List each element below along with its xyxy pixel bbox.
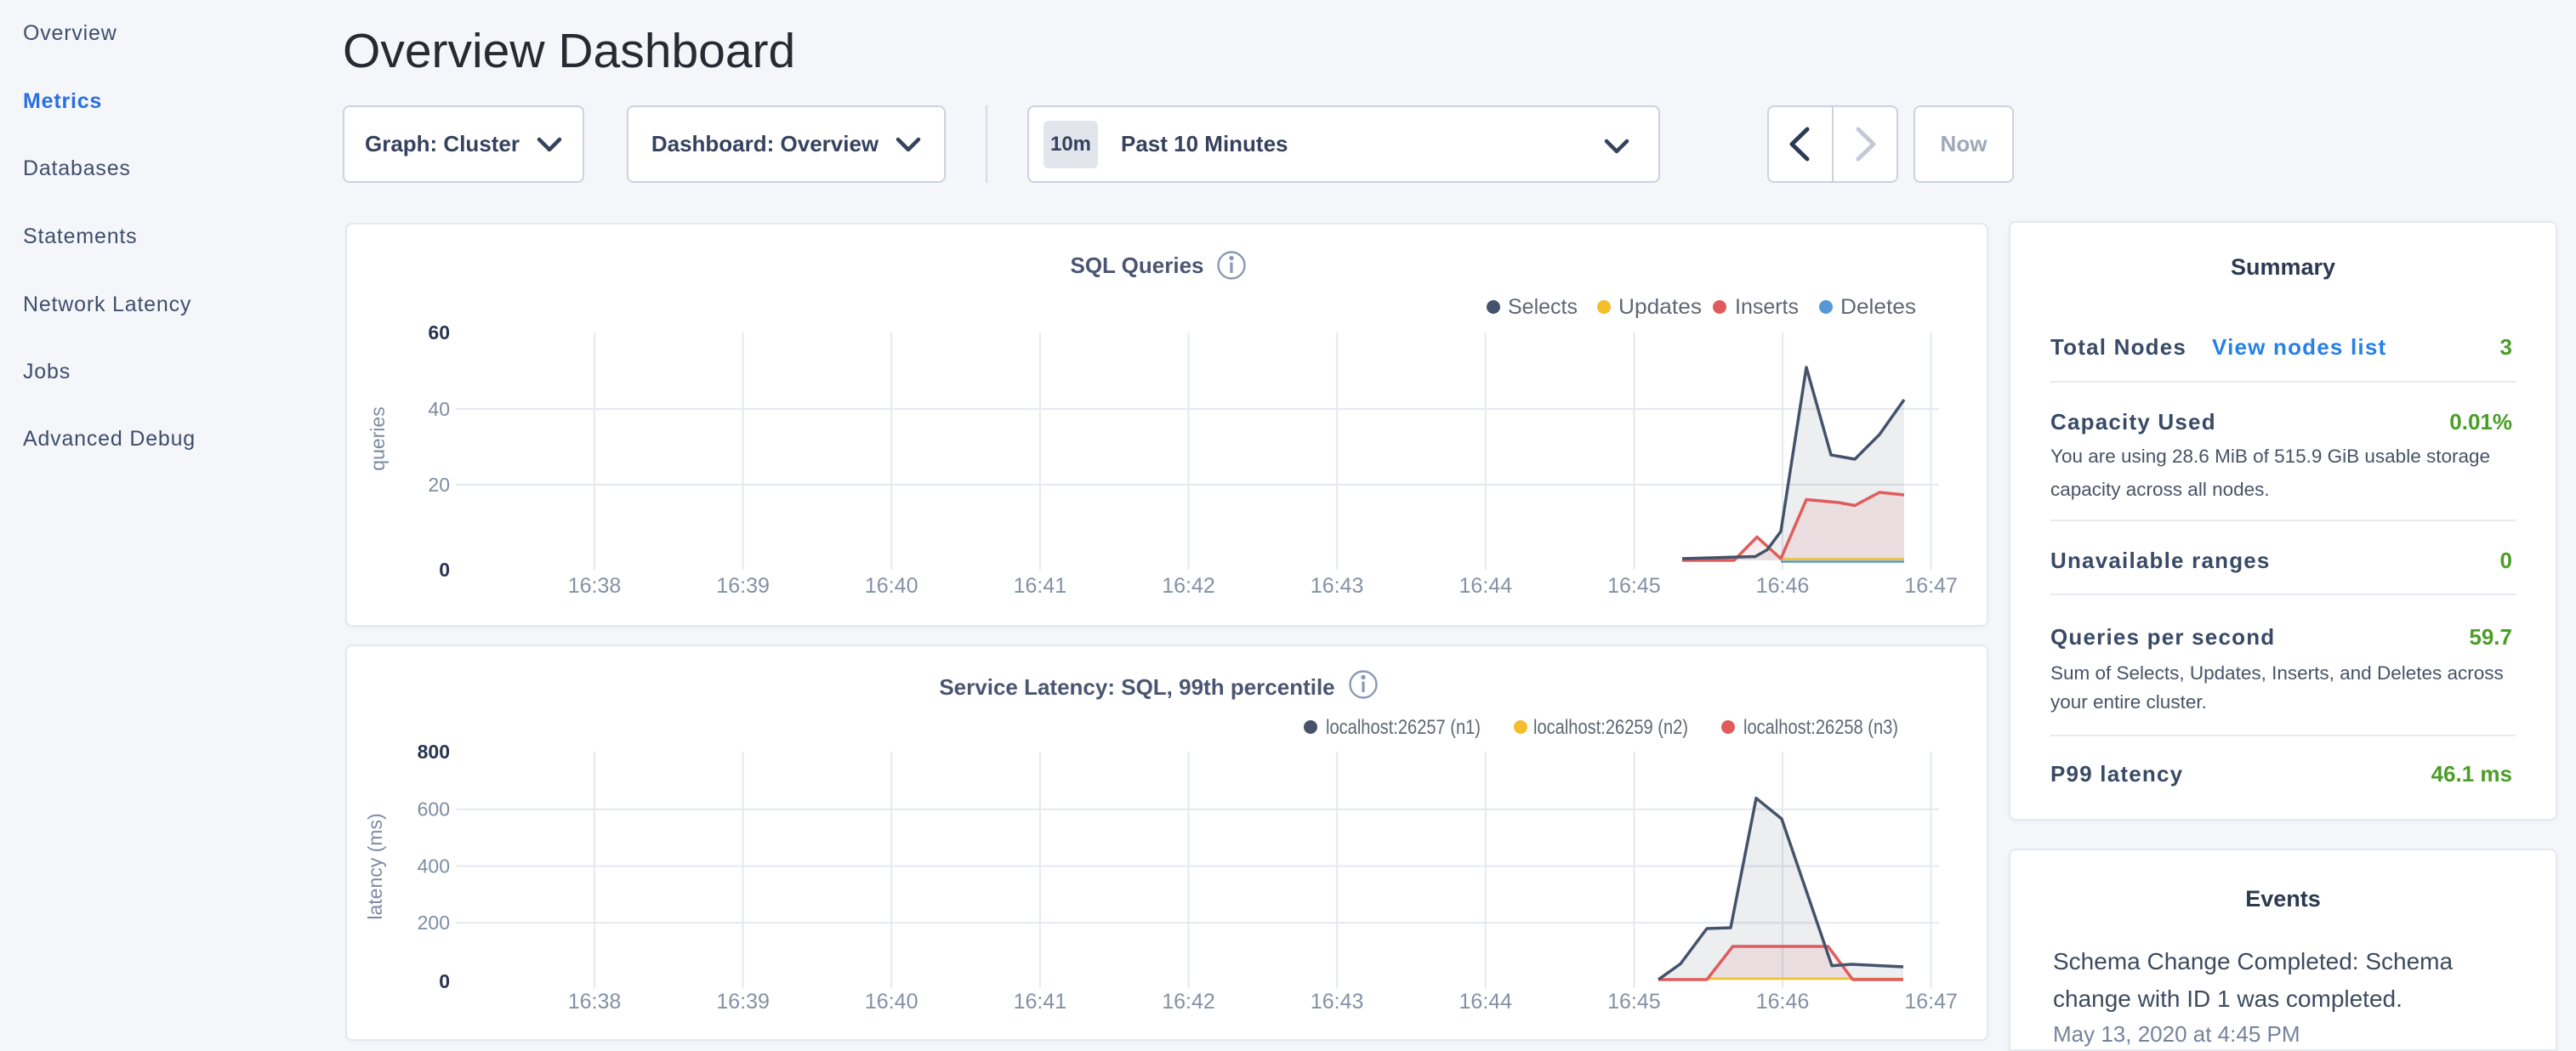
svg-text:16:45: 16:45	[1607, 574, 1661, 598]
svg-text:60: 60	[428, 321, 450, 344]
svg-text:localhost:26259 (n2): localhost:26259 (n2)	[1533, 716, 1688, 739]
svg-text:queries: queries	[367, 406, 389, 470]
svg-text:0: 0	[439, 970, 450, 992]
svg-text:Inserts: Inserts	[1735, 295, 1799, 319]
svg-text:16:40: 16:40	[865, 574, 918, 598]
svg-text:16:42: 16:42	[1162, 990, 1215, 1014]
svg-text:0: 0	[439, 559, 450, 581]
svg-text:16:46: 16:46	[1756, 990, 1810, 1014]
svg-text:40: 40	[428, 398, 450, 420]
svg-text:localhost:26257 (n1): localhost:26257 (n1)	[1326, 716, 1481, 739]
svg-text:SQL Queries: SQL Queries	[1070, 253, 1203, 278]
svg-text:16:47: 16:47	[1904, 990, 1958, 1014]
svg-text:16:42: 16:42	[1162, 574, 1215, 598]
svg-text:16:44: 16:44	[1459, 574, 1513, 598]
svg-text:16:43: 16:43	[1311, 990, 1364, 1014]
svg-text:16:40: 16:40	[865, 990, 918, 1014]
svg-text:16:45: 16:45	[1607, 990, 1661, 1014]
svg-text:16:41: 16:41	[1014, 990, 1067, 1014]
svg-text:Updates: Updates	[1618, 295, 1702, 319]
svg-text:16:46: 16:46	[1756, 574, 1810, 598]
svg-text:16:41: 16:41	[1014, 574, 1067, 598]
svg-text:Deletes: Deletes	[1840, 295, 1916, 319]
svg-text:16:43: 16:43	[1311, 574, 1364, 598]
svg-text:localhost:26258 (n3): localhost:26258 (n3)	[1743, 716, 1898, 739]
svg-text:20: 20	[428, 474, 450, 496]
svg-text:16:38: 16:38	[568, 990, 622, 1014]
svg-text:Selects: Selects	[1508, 295, 1578, 319]
svg-text:16:47: 16:47	[1904, 574, 1958, 598]
svg-text:600: 600	[418, 798, 450, 821]
svg-text:16:38: 16:38	[568, 574, 622, 598]
svg-text:16:39: 16:39	[716, 990, 770, 1014]
svg-text:Service Latency: SQL, 99th per: Service Latency: SQL, 99th percentile	[939, 674, 1334, 700]
svg-text:16:44: 16:44	[1459, 990, 1513, 1014]
svg-text:200: 200	[418, 912, 450, 934]
svg-text:400: 400	[418, 855, 450, 878]
svg-text:800: 800	[418, 741, 450, 763]
svg-text:16:39: 16:39	[716, 574, 770, 598]
svg-text:latency (ms): latency (ms)	[364, 813, 386, 919]
